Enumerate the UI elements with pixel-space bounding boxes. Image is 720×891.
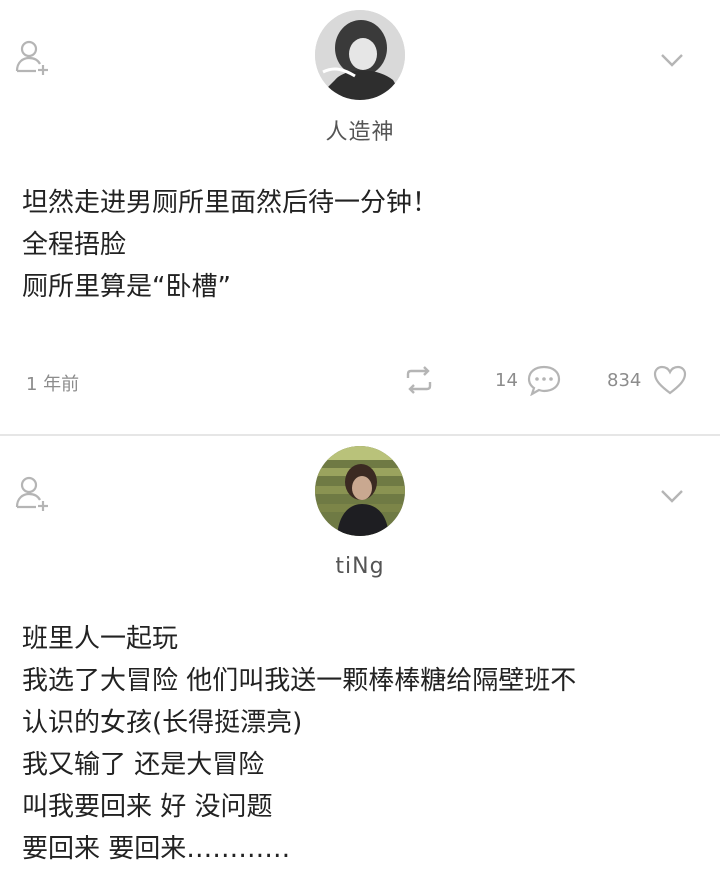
content-line: 要回来 要回来…………: [22, 834, 291, 864]
post-content: 班里人一起玩 我选了大冒险 他们叫我送一颗棒棒糖给隔壁班不 认识的女孩(长得挺漂…: [22, 618, 702, 870]
content-line: 厕所里算是“卧槽”: [22, 272, 231, 302]
post-card: tiNg 班里人一起玩 我选了大冒险 他们叫我送一颗棒棒糖给隔壁班不 认识的女孩…: [0, 436, 720, 891]
content-line: 全程捂脸: [22, 230, 127, 260]
repost-icon[interactable]: [402, 364, 436, 396]
content-line: 叫我要回来 好 没问题: [22, 792, 273, 822]
avatar[interactable]: [315, 10, 405, 100]
content-line: 我选了大冒险 他们叫我送一颗棒棒糖给隔壁班不: [22, 666, 577, 696]
post-card: 人造神 坦然走进男厕所里面然后待一分钟！ 全程捂脸 厕所里算是“卧槽” 1 年前…: [0, 0, 720, 434]
comment-count: 14: [495, 370, 518, 391]
post-content: 坦然走进男厕所里面然后待一分钟！ 全程捂脸 厕所里算是“卧槽”: [22, 182, 702, 308]
avatar[interactable]: [315, 446, 405, 536]
post-time: 1 年前: [26, 374, 80, 395]
content-line: 坦然走进男厕所里面然后待一分钟！: [22, 188, 439, 218]
chevron-down-icon[interactable]: [656, 48, 688, 72]
add-user-icon[interactable]: [14, 474, 52, 512]
username[interactable]: 人造神: [0, 114, 720, 146]
comment-icon[interactable]: [526, 364, 562, 396]
content-line: 班里人一起玩: [22, 624, 179, 654]
content-line: 我又输了 还是大冒险: [22, 750, 265, 780]
content-line: 认识的女孩(长得挺漂亮): [22, 708, 303, 738]
add-user-icon[interactable]: [14, 38, 52, 76]
chevron-down-icon[interactable]: [656, 484, 688, 508]
heart-icon[interactable]: [652, 364, 688, 396]
username[interactable]: tiNg: [0, 554, 720, 579]
like-count: 834: [607, 370, 642, 391]
